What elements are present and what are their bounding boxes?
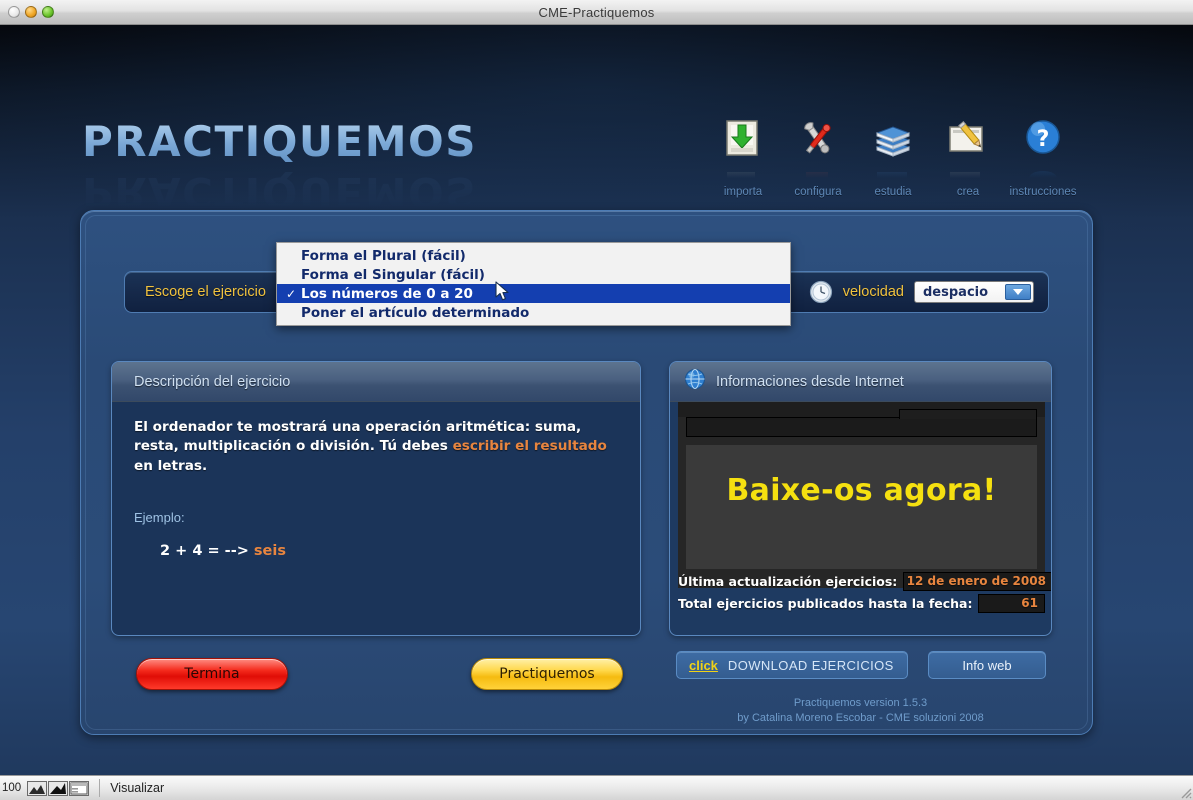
menu-item-numeros[interactable]: ✓ Los números de 0 a 20: [277, 284, 790, 303]
description-text-highlight: escribir el resultado: [452, 438, 607, 455]
download-click-link[interactable]: click: [689, 658, 718, 673]
status-bar: 100 Visualizar: [0, 775, 1193, 800]
zoom-level: 100: [2, 782, 22, 794]
menu-item-singular[interactable]: Forma el Singular (fácil): [277, 265, 790, 284]
internet-info-rows: Última actualización ejercicios: 12 de e…: [678, 570, 1051, 614]
svg-text:?: ?: [1037, 127, 1050, 152]
instrucciones-icon-reflection: [1021, 164, 1065, 180]
webview-content: Baixe-os agora!: [686, 445, 1037, 569]
info-web-button[interactable]: Info web: [928, 651, 1046, 679]
example-label: Ejemplo:: [134, 509, 185, 525]
app-footer: Practiquemos version 1.5.3 by Catalina M…: [669, 696, 1052, 726]
toolbar-item-importa[interactable]: importa: [716, 115, 770, 198]
chooser-label: Escoge el ejercicio: [145, 284, 266, 300]
info-row-last-update-label: Última actualización ejercicios:: [678, 573, 898, 589]
status-bar-separator: [99, 779, 101, 797]
description-panel-body: El ordenador te mostrará una operación a…: [112, 402, 640, 559]
import-document-icon: [719, 115, 767, 163]
estudia-icon-reflection: [871, 164, 915, 180]
exercise-dropdown-menu[interactable]: Forma el Plural (fácil) Forma el Singula…: [276, 242, 791, 326]
info-row-last-update-value: 12 de enero de 2008: [903, 571, 1051, 591]
toolbar-item-configura[interactable]: configura: [791, 115, 845, 198]
menu-item-articulo[interactable]: Poner el artículo determinado: [277, 303, 790, 322]
velocidad-select[interactable]: despacio: [914, 281, 1034, 303]
download-button-label: DOWNLOAD EJERCICIOS: [727, 657, 894, 673]
application-window: CME-Practiquemos PRACTIQUEMOS PRACTIQUEM…: [0, 0, 1193, 800]
internet-webview[interactable]: Baixe-os agora!: [678, 402, 1045, 588]
chart-filled-icon[interactable]: [48, 780, 69, 796]
internet-panel-header: Informaciones desde Internet: [670, 362, 1051, 402]
resize-grip[interactable]: [1178, 785, 1192, 799]
document-pencil-icon: [944, 115, 992, 163]
import-icon-reflection: [721, 164, 765, 180]
footer-author: by Catalina Moreno Escobar - CME soluzio…: [737, 711, 984, 724]
crea-icon-reflection: [946, 164, 990, 180]
toolbar-label-instrucciones: instrucciones: [1009, 186, 1077, 198]
example-answer: seis: [253, 542, 286, 559]
velocidad-label: velocidad: [842, 284, 904, 300]
menu-label-numeros: Los números de 0 a 20: [301, 285, 473, 302]
mouse-cursor-icon: [495, 281, 511, 308]
toolbar-label-estudia: estudia: [874, 186, 912, 198]
toolbar-label-crea: crea: [956, 186, 980, 198]
footer-version: Practiquemos version 1.5.3: [793, 697, 928, 709]
example-line: 2 + 4 = --> seis: [160, 543, 620, 559]
globe-icon: [684, 368, 706, 395]
toolbar-item-crea[interactable]: crea: [941, 115, 995, 198]
menu-label-singular: Forma el Singular (fácil): [301, 266, 485, 283]
info-row-total: Total ejercicios publicados hasta la fec…: [678, 592, 1045, 614]
practiquemos-button[interactable]: Practiquemos: [471, 658, 623, 690]
description-panel-title: Descripción del ejercicio: [134, 373, 291, 390]
description-text: El ordenador te mostrará una operación a…: [134, 418, 620, 476]
logo-text: PRACTIQUEMOS: [82, 117, 477, 166]
chart-small-icon[interactable]: [27, 780, 48, 796]
info-row-last-update: Última actualización ejercicios: 12 de e…: [678, 570, 1051, 592]
info-row-total-label: Total ejercicios publicados hasta la fec…: [678, 595, 973, 611]
main-canvas: PRACTIQUEMOS PRACTIQUEMOS importa config…: [0, 25, 1193, 775]
toolbar-item-instrucciones[interactable]: ? instrucciones: [1009, 115, 1077, 198]
toolbar-label-importa: importa: [723, 186, 763, 198]
main-toolbar: importa configura estudia crea ? instruc…: [716, 115, 1077, 198]
window-title: CME-Practiquemos: [538, 4, 655, 20]
termina-button[interactable]: Termina: [136, 658, 288, 690]
check-icon: ✓: [285, 286, 297, 301]
tools-wrench-icon: [794, 115, 842, 163]
toolbar-label-configura: configura: [794, 186, 842, 198]
example-expression: 2 + 4 = -->: [160, 542, 254, 559]
description-panel: Descripción del ejercicio El ordenador t…: [111, 361, 641, 636]
webview-address-bar[interactable]: [686, 409, 1037, 437]
help-question-icon: ?: [1019, 115, 1067, 163]
app-logo: PRACTIQUEMOS PRACTIQUEMOS: [82, 117, 477, 217]
internet-panel-title: Informaciones desde Internet: [716, 373, 904, 390]
configura-icon-reflection: [796, 164, 840, 180]
toolbar-item-estudia[interactable]: estudia: [866, 115, 920, 198]
info-row-total-value: 61: [978, 593, 1045, 613]
menu-item-plural[interactable]: Forma el Plural (fácil): [277, 246, 790, 265]
download-row: click DOWNLOAD EJERCICIOS Info web: [676, 651, 1046, 679]
download-ejercicios-button[interactable]: click DOWNLOAD EJERCICIOS: [676, 651, 908, 679]
visualizar-label: Visualizar: [110, 781, 165, 795]
chevron-down-icon[interactable]: [1005, 284, 1031, 300]
status-bar-icons[interactable]: [27, 780, 90, 796]
books-stack-icon: [869, 115, 917, 163]
window-titlebar: CME-Practiquemos: [0, 0, 1193, 25]
layout-icon[interactable]: [69, 780, 90, 796]
description-text-part2: en letras.: [134, 457, 208, 474]
description-panel-header: Descripción del ejercicio: [112, 362, 640, 402]
clock-icon: [809, 280, 833, 304]
webview-headline: Baixe-os agora!: [726, 473, 997, 508]
internet-panel: Informaciones desde Internet Baixe-os ag…: [669, 361, 1052, 636]
velocidad-value: despacio: [923, 284, 989, 300]
menu-label-plural: Forma el Plural (fácil): [301, 247, 466, 264]
